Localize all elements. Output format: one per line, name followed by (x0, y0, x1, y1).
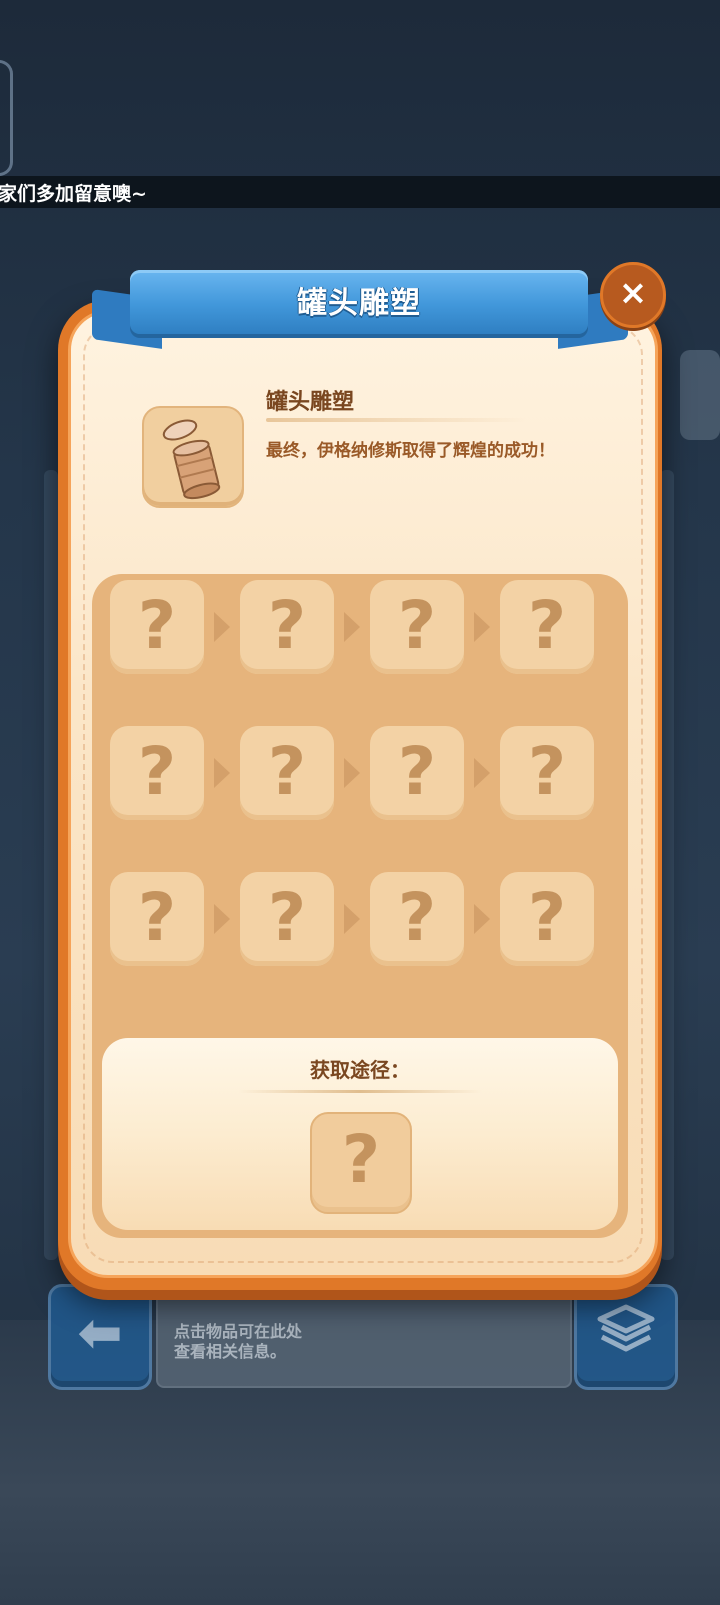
arrow-right-icon (474, 758, 490, 788)
tin-can-icon (162, 419, 221, 500)
inventory-box-button[interactable] (574, 1284, 678, 1390)
recipe-slot-1-2[interactable]: ? (240, 580, 334, 674)
item-icon-frame[interactable] (142, 406, 244, 508)
background-panel-right (660, 470, 674, 1260)
recipe-slot-2-3[interactable]: ? (370, 726, 464, 820)
recipe-slot-2-2[interactable]: ? (240, 726, 334, 820)
recipe-slot-3-2[interactable]: ? (240, 872, 334, 966)
item-description: 最终，伊格纳修斯取得了辉煌的成功！ (266, 441, 555, 461)
arrow-right-icon (214, 612, 230, 642)
acquisition-label: 获取途径： (310, 1058, 410, 1082)
unknown-question-icon: ? (267, 879, 307, 956)
recipe-slot-1-4[interactable]: ? (500, 580, 594, 674)
recipe-slot-2-1[interactable]: ? (110, 726, 204, 820)
arrow-right-icon (344, 904, 360, 934)
unknown-question-icon: ? (137, 879, 177, 956)
unknown-question-icon: ? (137, 587, 177, 664)
unknown-question-icon: ? (527, 733, 567, 810)
unknown-question-icon: ? (527, 587, 567, 664)
unknown-question-icon: ? (397, 733, 437, 810)
arrow-right-icon (214, 758, 230, 788)
acquisition-source-slot[interactable]: ? (310, 1112, 412, 1214)
unknown-question-icon: ? (397, 587, 437, 664)
back-button[interactable]: ⬅ (48, 1284, 152, 1390)
unknown-question-icon: ? (267, 733, 307, 810)
modal-title-banner: 罐头雕塑 (130, 270, 588, 334)
recipe-slot-2-4[interactable]: ? (500, 726, 594, 820)
item-name: 罐头雕塑 (266, 390, 355, 415)
hud-frame-edge (0, 60, 13, 176)
arrow-right-icon (344, 612, 360, 642)
arrow-right-icon (214, 904, 230, 934)
arrow-right-icon (344, 758, 360, 788)
unknown-question-icon: ? (397, 879, 437, 956)
arrow-right-icon (474, 904, 490, 934)
recipe-slot-1-1[interactable]: ? (110, 580, 204, 674)
open-box-icon (577, 1303, 675, 1371)
modal-title: 罐头雕塑 (297, 286, 421, 321)
item-info-hint: 点击物品可在此处 查看相关信息。 (174, 1322, 303, 1361)
ticker-text: 家们多加留意噢~ (0, 183, 147, 205)
recipe-slot-3-4[interactable]: ? (500, 872, 594, 966)
item-info-box: 点击物品可在此处 查看相关信息。 (156, 1290, 572, 1388)
unknown-question-icon: ? (267, 587, 307, 664)
close-icon: × (618, 273, 648, 313)
recipe-slot-3-3[interactable]: ? (370, 872, 464, 966)
left-arrow-icon: ⬅ (77, 1301, 123, 1364)
item-name-divider (266, 418, 526, 422)
recipe-slot-1-3[interactable]: ? (370, 580, 464, 674)
close-button[interactable]: × (600, 262, 666, 328)
acquisition-divider (238, 1090, 482, 1093)
background-slot (680, 350, 720, 440)
unknown-question-icon: ? (137, 733, 177, 810)
background-panel-left (44, 470, 58, 1260)
recipe-slot-3-1[interactable]: ? (110, 872, 204, 966)
arrow-right-icon (474, 612, 490, 642)
unknown-question-icon: ? (341, 1121, 381, 1198)
announcement-ticker: 家们多加留意噢~ (0, 176, 720, 208)
unknown-question-icon: ? (527, 879, 567, 956)
